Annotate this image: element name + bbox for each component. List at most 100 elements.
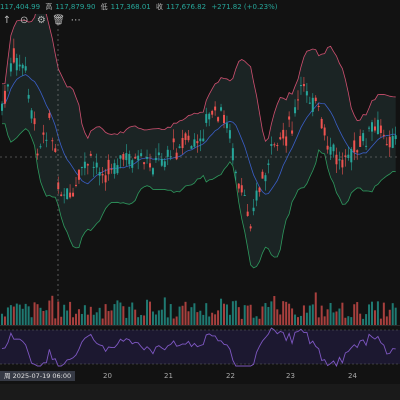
volume-bar (21, 308, 24, 325)
volume-bar (66, 310, 69, 325)
volume-bar (385, 316, 388, 325)
volume-bar (311, 304, 314, 325)
candle (305, 91, 308, 96)
more-icon[interactable]: ⋯ (69, 15, 83, 26)
volume-bar (175, 316, 178, 325)
candle (379, 125, 382, 133)
rsi-pane[interactable] (0, 326, 400, 368)
candle (83, 161, 86, 169)
volume-bar (261, 306, 264, 325)
volume-bar (125, 317, 128, 325)
candle (323, 127, 326, 136)
volume-bar (255, 316, 258, 325)
candle (154, 157, 157, 161)
volume-bar (332, 312, 335, 325)
volume-bar (160, 309, 163, 325)
volume-bar (279, 314, 282, 325)
volume-bar (51, 295, 54, 325)
volume-bar (196, 312, 199, 325)
volume-bar (299, 315, 302, 325)
volume-bar (140, 314, 143, 325)
high-label: 高 (45, 3, 53, 11)
volume-bar (122, 306, 125, 325)
volume-bar (246, 305, 249, 325)
candle (163, 161, 166, 167)
volume-bar (211, 312, 214, 325)
volume-bar (347, 316, 350, 325)
candle (69, 192, 72, 198)
candle (255, 190, 258, 201)
volume-bar (92, 314, 95, 325)
candle (376, 119, 379, 135)
volume-bar (329, 302, 332, 325)
ohlc-truncated-value: 117,404.99 (0, 3, 41, 11)
volume-bar (143, 315, 146, 325)
volume-bar (273, 296, 276, 325)
candle (15, 57, 18, 71)
eye-icon[interactable]: ⊙ (17, 15, 31, 26)
volume-bar (208, 316, 211, 325)
volume-bar (12, 306, 15, 325)
volume-bar (184, 301, 187, 325)
candle (66, 188, 69, 200)
candle (264, 175, 267, 182)
time-axis-label: 21 (164, 372, 173, 380)
candle (335, 154, 338, 165)
candle (326, 145, 329, 150)
volume-bar (134, 309, 137, 325)
delete-icon[interactable]: 🗑 (52, 15, 66, 26)
volume-bar (205, 303, 208, 325)
chart-root[interactable]: 117,404.99 高 117,879.90 低 117,368.01 收 117,… (0, 0, 400, 400)
volume-bar (30, 317, 33, 325)
volume-bar (344, 317, 347, 325)
candle (196, 141, 199, 144)
candle (178, 146, 181, 148)
candle (368, 127, 371, 129)
volume-bar (297, 317, 299, 325)
change-value: +271.82 (+0.23%) (211, 3, 278, 11)
volume-bar (249, 304, 252, 325)
candle (42, 132, 45, 135)
volume-bar (95, 312, 98, 325)
volume-bar (341, 302, 344, 325)
candle (270, 144, 273, 146)
volume-bar (1, 313, 3, 325)
candle (285, 136, 288, 146)
candle (184, 133, 187, 140)
bottom-strip (0, 384, 400, 400)
candle (220, 107, 223, 111)
candle (314, 97, 317, 102)
candle (45, 139, 48, 141)
volume-bar (48, 300, 51, 325)
candle (122, 154, 125, 160)
volume-bar (166, 317, 169, 325)
candle (190, 146, 193, 149)
volume-bar (234, 300, 237, 325)
volume-bar (335, 311, 338, 325)
volume-pane[interactable] (0, 285, 400, 325)
volume-bar (199, 310, 202, 325)
volume-bar (149, 301, 151, 325)
volume-bar (350, 317, 353, 325)
candle (288, 116, 291, 120)
volume-bar (237, 307, 240, 325)
volume-bar (291, 308, 294, 325)
gear-icon[interactable]: ⚙ (34, 15, 48, 26)
volume-bar (305, 312, 308, 325)
price-pane[interactable] (0, 14, 400, 310)
volume-bar (288, 303, 291, 325)
time-axis-label: 23 (286, 372, 295, 380)
up-arrow-icon[interactable]: ↑ (0, 15, 14, 26)
volume-bar (157, 310, 160, 325)
volume-bar (243, 305, 246, 325)
volume-bar (24, 303, 27, 325)
volume-bar (368, 304, 371, 325)
candle (172, 138, 175, 143)
bollinger-band-fill (2, 14, 396, 268)
candle (382, 134, 385, 136)
volume-bar (317, 317, 320, 325)
candle (297, 99, 299, 101)
candle (110, 168, 113, 170)
volume-bar (187, 311, 190, 325)
volume-bar (314, 292, 317, 325)
